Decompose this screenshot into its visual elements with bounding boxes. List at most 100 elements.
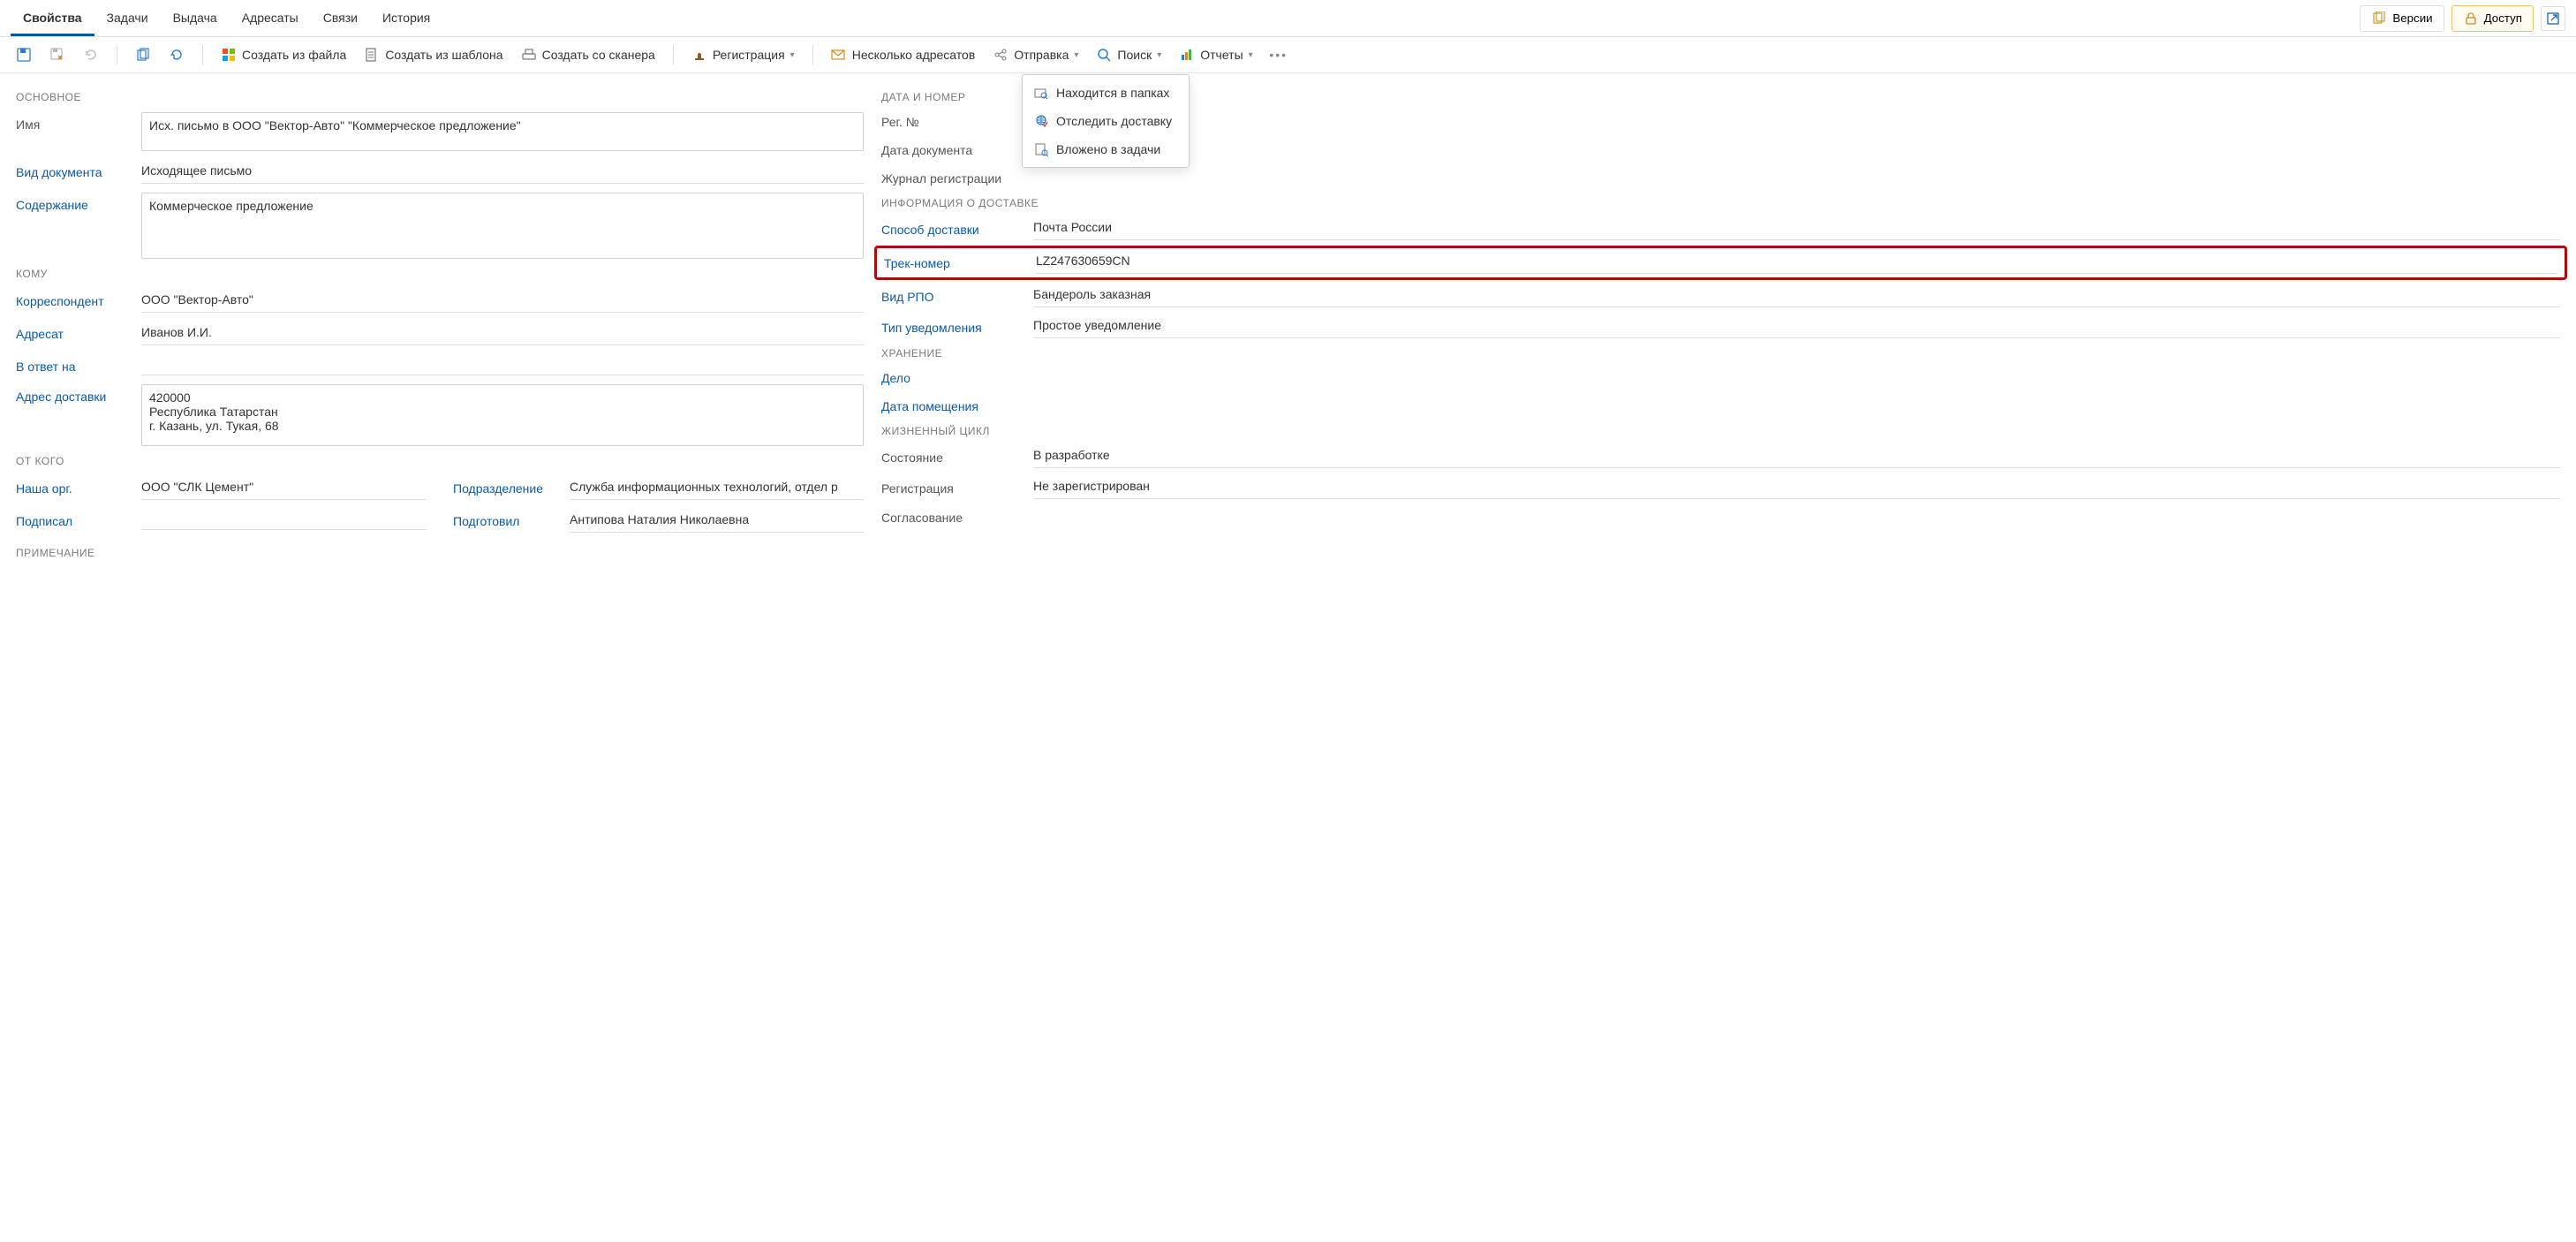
approval-label: Согласование [881, 511, 1023, 525]
tab-properties[interactable]: Свойства [11, 4, 94, 36]
track-number-highlight: Трек-номер LZ247630659CN [874, 246, 2567, 280]
multiple-recipients-button[interactable]: Несколько адресатов [826, 43, 981, 66]
create-from-file-button[interactable]: Создать из файла [215, 43, 351, 66]
name-label: Имя [16, 112, 131, 132]
task-search-icon [1033, 141, 1049, 157]
tab-tasks[interactable]: Задачи [94, 4, 161, 36]
case-label[interactable]: Дело [881, 371, 1023, 385]
tab-addressees[interactable]: Адресаты [230, 4, 311, 36]
registration-dropdown[interactable]: Регистрация ▾ [686, 43, 800, 66]
save-icon [16, 47, 32, 63]
create-from-template-button[interactable]: Создать из шаблона [359, 43, 508, 66]
sending-dropdown[interactable]: Отправка ▾ [987, 43, 1084, 66]
access-button[interactable]: Доступ [2451, 5, 2534, 32]
corr-field[interactable]: ООО "Вектор-Авто" [141, 289, 864, 313]
tab-relations[interactable]: Связи [311, 4, 370, 36]
department-label[interactable]: Подразделение [453, 476, 559, 496]
copy-icon [2371, 11, 2387, 27]
template-icon [364, 47, 380, 63]
reply-to-field[interactable] [141, 354, 864, 375]
popup-in-folders[interactable]: Находится в папках [1023, 79, 1189, 107]
subject-label[interactable]: Содержание [16, 193, 131, 212]
copy-doc-button[interactable] [130, 43, 156, 66]
state-field[interactable]: В разработке [1033, 446, 2560, 468]
track-number-field[interactable]: LZ247630659CN [1036, 252, 2557, 274]
prepared-field[interactable]: Антипова Наталия Николаевна [570, 509, 864, 533]
delivery-addr-field[interactable]: 420000 Республика Татарстан г. Казань, у… [141, 384, 864, 446]
more-button[interactable]: ••• [1265, 43, 1292, 66]
reg-no-field[interactable] [1033, 112, 2560, 132]
placed-date-field[interactable] [1033, 397, 2560, 416]
track-number-label[interactable]: Трек-номер [884, 256, 1025, 270]
delivery-method-field[interactable]: Почта России [1033, 218, 2560, 240]
registration-state-label: Регистрация [881, 481, 1023, 496]
reply-to-label[interactable]: В ответ на [16, 354, 131, 374]
reports-label: Отчеты [1200, 48, 1243, 62]
popout-icon [2547, 12, 2559, 25]
section-to: КОМУ [16, 268, 864, 280]
globe-track-icon [1033, 113, 1049, 129]
registration-state-field[interactable]: Не зарегистрирован [1033, 477, 2560, 499]
search-popup: Находится в папках Отследить доставку Вл… [1022, 74, 1190, 168]
lock-icon [2463, 11, 2479, 27]
prepared-label[interactable]: Подготовил [453, 509, 559, 528]
toolbar-separator [812, 45, 813, 64]
popup-track-delivery[interactable]: Отследить доставку [1023, 107, 1189, 135]
department-field[interactable]: Служба информационных технологий, отдел … [570, 476, 864, 500]
corr-label[interactable]: Корреспондент [16, 289, 131, 308]
search-dropdown[interactable]: Поиск ▾ [1091, 43, 1167, 66]
versions-label: Версии [2392, 11, 2432, 25]
chevron-down-icon: ▾ [790, 50, 795, 60]
access-label: Доступ [2484, 11, 2522, 25]
popup-in-folders-label: Находится в папках [1056, 86, 1169, 100]
save-close-button[interactable] [44, 43, 71, 66]
left-column: ОСНОВНОЕ Имя Исх. письмо в ООО "Вектор-А… [16, 86, 864, 568]
popup-in-tasks[interactable]: Вложено в задачи [1023, 135, 1189, 163]
our-org-label[interactable]: Наша орг. [16, 476, 131, 496]
rpo-kind-field[interactable]: Бандероль заказная [1033, 285, 2560, 307]
doc-date-field[interactable] [1033, 140, 2560, 160]
tab-issuance[interactable]: Выдача [161, 4, 230, 36]
signed-label[interactable]: Подписал [16, 509, 131, 528]
chevron-down-icon: ▾ [1249, 50, 1253, 60]
case-field[interactable] [1033, 368, 2560, 388]
envelope-icon [831, 47, 847, 63]
undo-button[interactable] [78, 43, 104, 66]
search-label: Поиск [1117, 48, 1152, 62]
registration-label: Регистрация [713, 48, 785, 62]
name-field[interactable]: Исх. письмо в ООО "Вектор-Авто" "Коммерч… [141, 112, 864, 151]
state-label: Состояние [881, 451, 1023, 465]
versions-button[interactable]: Версии [2360, 5, 2444, 32]
doc-kind-field[interactable]: Исходящее письмо [141, 160, 864, 184]
signed-field[interactable] [141, 509, 427, 530]
toolbar: Создать из файла Создать из шаблона Созд… [0, 37, 2576, 73]
our-org-field[interactable]: ООО "СЛК Цемент" [141, 476, 427, 500]
doc-kind-label[interactable]: Вид документа [16, 160, 131, 179]
subject-field[interactable]: Коммерческое предложение [141, 193, 864, 259]
popup-in-tasks-label: Вложено в задачи [1056, 142, 1160, 156]
send-icon [993, 47, 1008, 63]
create-from-scanner-button[interactable]: Создать со сканера [516, 43, 661, 66]
refresh-button[interactable] [163, 43, 190, 66]
notice-type-label[interactable]: Тип уведомления [881, 321, 1023, 335]
rpo-kind-label[interactable]: Вид РПО [881, 290, 1023, 304]
tab-history[interactable]: История [370, 4, 442, 36]
placed-date-label[interactable]: Дата помещения [881, 399, 1023, 413]
save-button[interactable] [11, 43, 37, 66]
chart-icon [1179, 47, 1195, 63]
reg-log-field[interactable] [1033, 169, 2560, 188]
addressee-field[interactable]: Иванов И.И. [141, 322, 864, 345]
popout-button[interactable] [2541, 6, 2565, 31]
header-row: Свойства Задачи Выдача Адресаты Связи Ис… [0, 0, 2576, 37]
approval-field[interactable] [1033, 508, 2560, 527]
section-storage: ХРАНЕНИЕ [881, 347, 2560, 360]
delivery-addr-label[interactable]: Адрес доставки [16, 384, 131, 404]
notice-type-field[interactable]: Простое уведомление [1033, 316, 2560, 338]
copy-icon [135, 47, 151, 63]
section-from: ОТ КОГО [16, 455, 864, 467]
undo-icon [83, 47, 99, 63]
addressee-label[interactable]: Адресат [16, 322, 131, 341]
reports-dropdown[interactable]: Отчеты ▾ [1174, 43, 1258, 66]
doc-date-label: Дата документа [881, 143, 1023, 157]
delivery-method-label[interactable]: Способ доставки [881, 223, 1023, 237]
